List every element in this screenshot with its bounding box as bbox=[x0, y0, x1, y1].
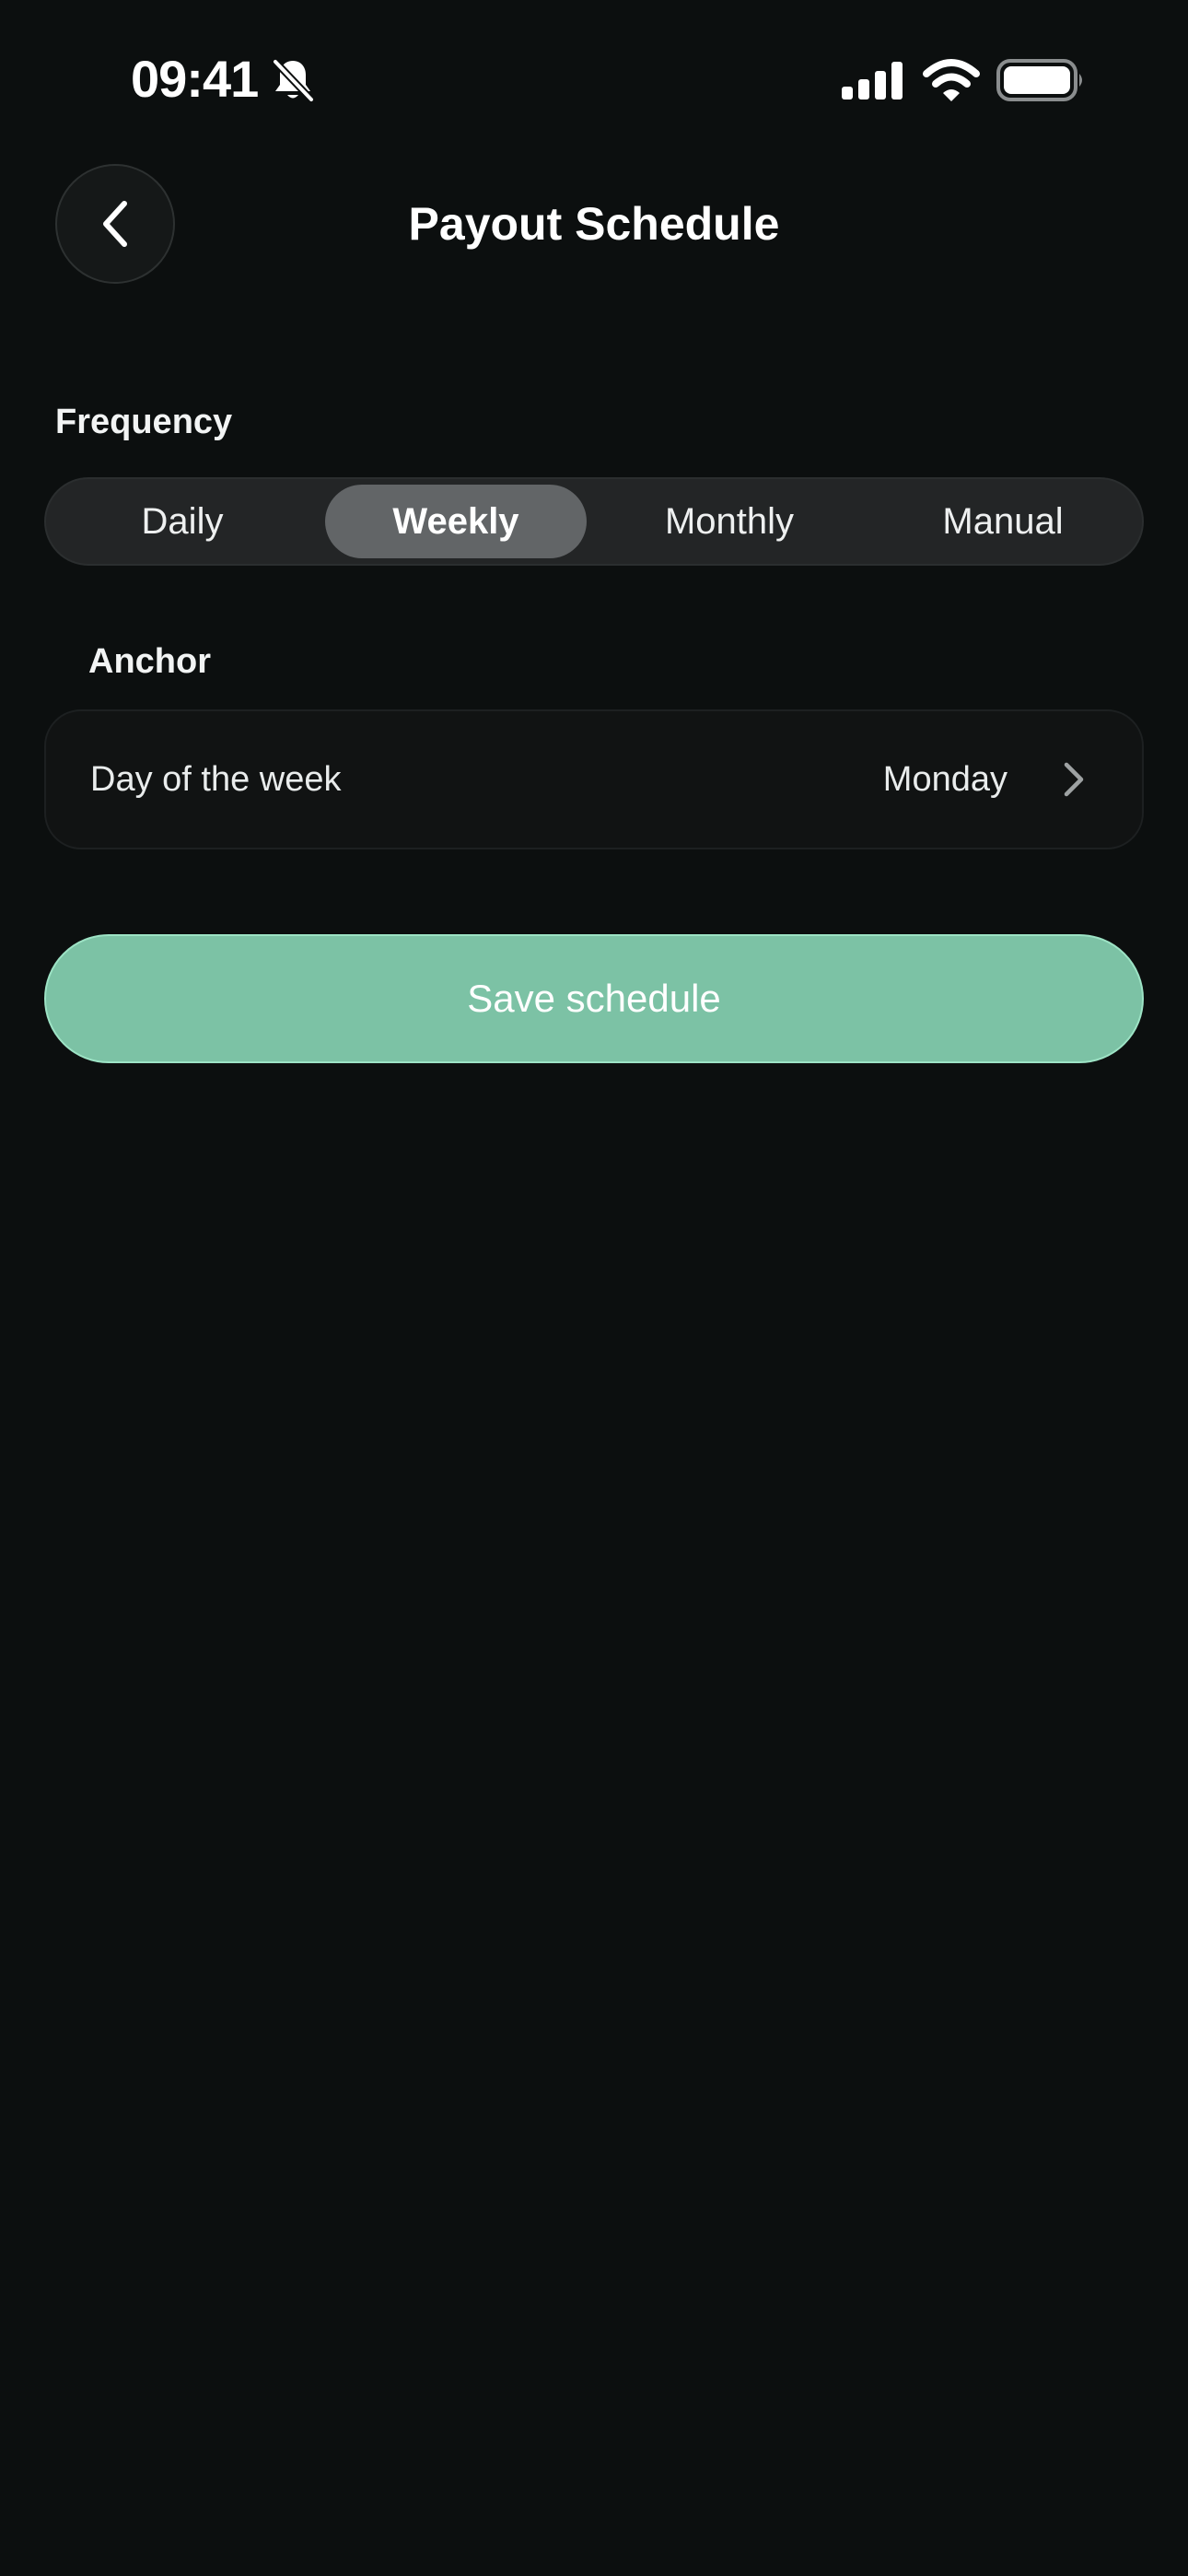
cellular-signal-icon bbox=[842, 62, 903, 100]
segment-manual[interactable]: Manual bbox=[872, 485, 1134, 558]
status-time: 09:41 bbox=[131, 50, 259, 108]
anchor-label: Anchor bbox=[88, 642, 211, 681]
frequency-label: Frequency bbox=[55, 403, 233, 441]
page-title: Payout Schedule bbox=[408, 198, 780, 250]
battery-icon bbox=[996, 59, 1082, 101]
day-of-week-row[interactable]: Day of the week Monday bbox=[44, 709, 1144, 849]
segment-weekly[interactable]: Weekly bbox=[325, 485, 587, 558]
save-schedule-button[interactable]: Save schedule bbox=[44, 934, 1144, 1063]
frequency-segmented-control: Daily Weekly Monthly Manual bbox=[44, 477, 1144, 566]
segment-daily[interactable]: Daily bbox=[52, 485, 313, 558]
day-of-week-label: Day of the week bbox=[90, 760, 342, 799]
day-of-week-value: Monday bbox=[882, 760, 1007, 799]
segment-monthly[interactable]: Monthly bbox=[599, 485, 860, 558]
wifi-icon bbox=[923, 59, 980, 101]
bell-slash-icon bbox=[272, 58, 315, 103]
chevron-right-icon bbox=[1064, 762, 1084, 797]
